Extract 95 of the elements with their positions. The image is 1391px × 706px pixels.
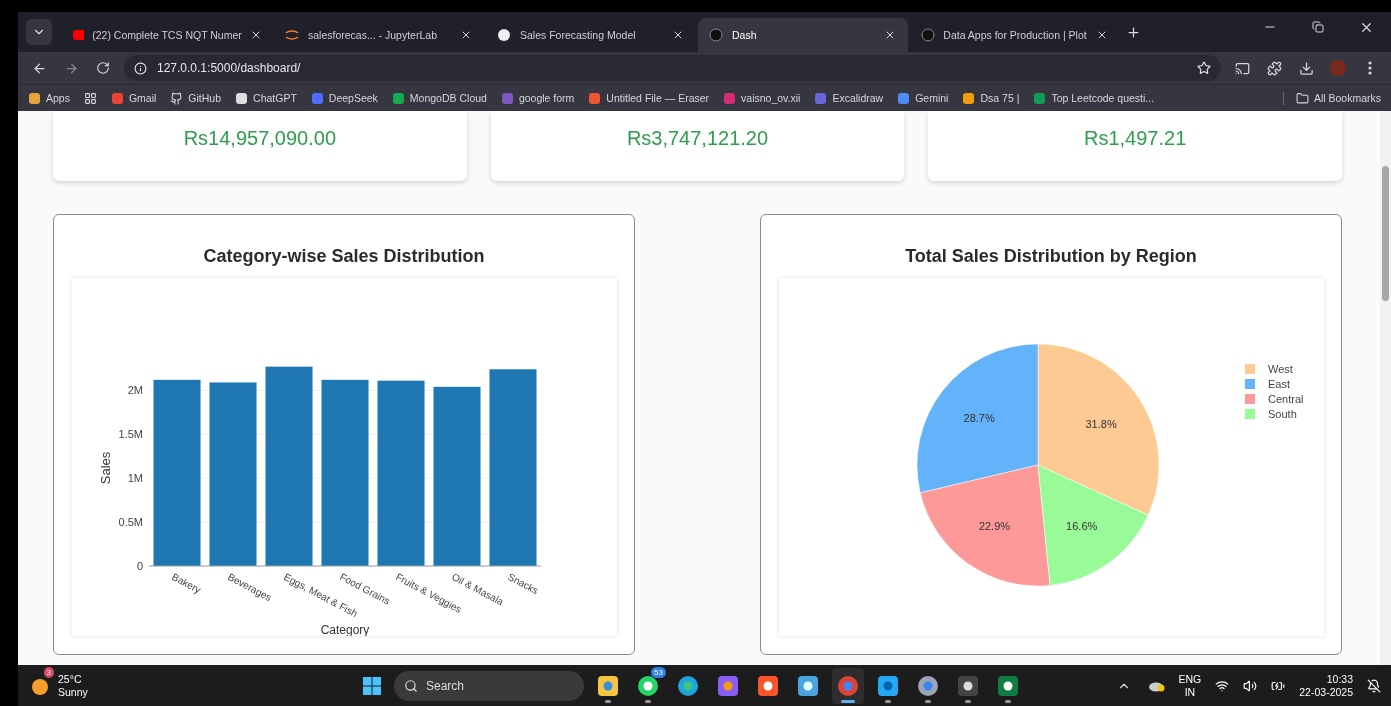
wifi-icon <box>1215 678 1230 693</box>
github-icon <box>170 91 184 105</box>
legend-label: East <box>1267 378 1290 390</box>
avatar-icon <box>1330 60 1346 76</box>
windows-logo-icon <box>362 675 382 696</box>
bookmark-link[interactable]: GitHub <box>170 91 222 105</box>
bookmark-icon <box>1033 91 1047 105</box>
restore-icon <box>1312 21 1324 33</box>
legend-label: West <box>1267 363 1293 375</box>
slice-label: 22.9% <box>978 520 1010 533</box>
bookmark-icon <box>110 91 124 105</box>
download-icon <box>1298 60 1314 76</box>
bookmark-icon <box>897 91 911 105</box>
folder-icon <box>1295 91 1309 105</box>
search-icon <box>404 678 418 693</box>
legend-label: South <box>1267 408 1297 420</box>
all-bookmarks-link[interactable]: All Bookmarks <box>1282 91 1381 105</box>
tab-title: Sales Forecasting Model <box>520 29 637 41</box>
taskbar-app[interactable] <box>832 667 864 704</box>
close-icon <box>884 29 896 41</box>
slice-label: 28.7% <box>963 412 995 425</box>
weather-condition: Sunny <box>58 685 88 699</box>
search-field[interactable]: Search <box>394 670 584 701</box>
axis-tick-label: 1M <box>127 472 143 485</box>
browser-tab[interactable]: salesforecas... - JupyterLab <box>274 18 484 52</box>
kpi-value: Rs3,747,121.20 <box>626 127 769 151</box>
bookmark-link[interactable]: DeepSeek <box>310 91 378 105</box>
slice-label: 31.8% <box>1085 418 1117 431</box>
plus-icon <box>1125 24 1141 40</box>
slice-label: 16.6% <box>1065 519 1097 532</box>
axis-tick-label: 2M <box>127 384 143 397</box>
bookmark-link[interactable]: Gemini <box>897 91 949 105</box>
arc-icon <box>285 30 299 40</box>
bookmark-link[interactable]: google form <box>500 91 575 105</box>
kpi-value: Rs1,497.21 <box>1084 127 1187 151</box>
notifications-icon <box>1367 678 1381 693</box>
bookmark-link[interactable]: Dsa 75 | <box>962 91 1020 105</box>
kpi-value: Rs14,957,090.00 <box>183 127 336 151</box>
address-bar[interactable]: 127.0.0.1:5000/dashboard/ <box>124 55 1221 81</box>
language-indicator[interactable]: ENG IN <box>1178 672 1202 699</box>
bookmark-icon <box>391 91 405 105</box>
bookmark-icon <box>814 91 828 105</box>
tab-title: salesforecas... - JupyterLab <box>308 29 438 41</box>
chart-title: Total Sales Distribution by Region <box>905 246 1197 267</box>
tab-list-button[interactable] <box>26 19 52 45</box>
bookmark-link[interactable] <box>83 91 97 105</box>
tab-title: Data Apps for Production | Plot <box>943 29 1087 41</box>
bookmark-link[interactable]: Apps <box>28 91 70 105</box>
y-axis-title: Sales <box>97 451 113 485</box>
bookmark-link[interactable]: Excalidraw <box>814 91 884 105</box>
bookmark-star-icon[interactable] <box>1197 61 1211 75</box>
bookmark-link[interactable]: MongoDB Cloud <box>391 91 487 105</box>
browser-tab[interactable]: (22) Complete TCS NQT Numer <box>62 18 272 52</box>
reload-icon <box>96 61 110 75</box>
clock[interactable]: 10:33 22-03-2025 <box>1299 672 1353 699</box>
bookmark-icon <box>310 91 324 105</box>
weather-widget[interactable]: 3 <box>28 667 52 704</box>
cast-icon <box>1234 60 1250 76</box>
bookmark-icon <box>28 91 41 105</box>
info-icon <box>134 61 147 75</box>
legend-label: Central <box>1267 393 1303 405</box>
bookmark-link[interactable]: Gmail <box>110 91 157 105</box>
forward-arrow-icon <box>63 60 79 76</box>
bookmark-icon <box>588 91 602 105</box>
taskbar-app[interactable]: 53 <box>632 667 664 704</box>
bookmark-icon <box>235 91 249 105</box>
browser-tab[interactable]: Sales Forecasting Model <box>486 18 696 52</box>
bookmark-link[interactable]: Top Leetcode questi... <box>1033 91 1155 105</box>
chart-title: Category-wise Sales Distribution <box>203 246 485 267</box>
dash-logo-icon <box>709 28 723 42</box>
temperature: 25°C <box>58 672 82 686</box>
volume-icon <box>1243 678 1258 693</box>
bookmark-link[interactable]: ChatGPT <box>235 91 297 105</box>
back-arrow-icon <box>31 60 47 76</box>
puzzle-icon <box>1266 60 1282 76</box>
bookmark-icon <box>723 91 737 105</box>
browser-tab[interactable]: Data Apps for Production | Plot <box>910 18 1120 52</box>
axis-tick-label: 0.5M <box>118 516 143 529</box>
video-icon <box>73 30 85 40</box>
grid-icon <box>83 91 97 105</box>
bookmark-icon <box>962 91 976 105</box>
dash-logo-icon <box>921 28 935 42</box>
menu-icon <box>1368 61 1372 75</box>
tab-title: Dash <box>732 29 758 41</box>
close-icon <box>460 29 472 41</box>
bookmark-link[interactable]: Untitled File — Eraser <box>588 91 710 105</box>
axis-tick-label: 0 <box>136 560 143 572</box>
bookmark-link[interactable]: vaisno_ov.xii <box>723 91 801 105</box>
axis-tick-label: 1.5M <box>118 428 143 441</box>
close-icon <box>672 29 684 41</box>
browser-tab[interactable]: Dash <box>698 18 908 52</box>
scrollbar[interactable] <box>1380 111 1391 665</box>
tab-title: (22) Complete TCS NQT Numer <box>92 29 242 41</box>
bookmark-icon <box>500 91 514 105</box>
x-axis-title: Category <box>320 623 369 636</box>
